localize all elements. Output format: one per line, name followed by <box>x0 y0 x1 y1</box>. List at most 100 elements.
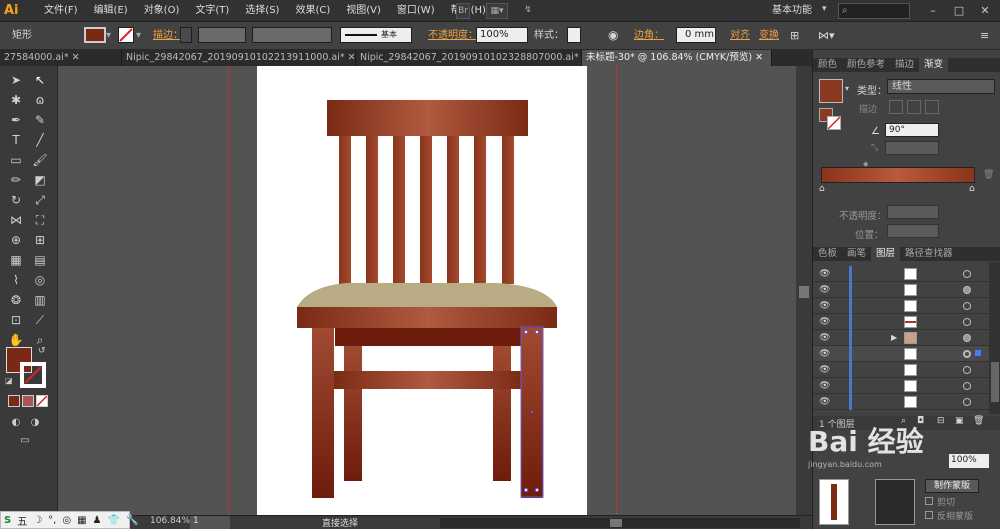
expand-triangle-icon[interactable]: ▶ <box>891 333 897 342</box>
tab-layers[interactable]: 图层 <box>871 247 901 261</box>
layer-row[interactable]: 👁 <box>813 394 1000 410</box>
stroke-within-icon[interactable] <box>889 100 903 114</box>
ime-skin-icon[interactable]: 👕 <box>105 515 123 526</box>
line-tool-icon[interactable]: ╱ <box>29 132 51 149</box>
anchor-point[interactable] <box>534 487 540 493</box>
curvature-icon[interactable]: ✎ <box>29 112 51 129</box>
angle-field[interactable]: 90° <box>885 123 939 137</box>
gradient-preset-chevron-icon[interactable]: ▾ <box>845 84 849 93</box>
chair-top-rail[interactable] <box>327 100 528 136</box>
shape-builder-icon[interactable]: ⊕ <box>5 232 27 249</box>
search-input[interactable]: ⌕ <box>838 3 910 19</box>
target-circle-icon[interactable] <box>963 334 971 342</box>
chair-back-leg[interactable] <box>493 346 511 481</box>
tab-gradient[interactable]: 渐变 <box>919 58 949 72</box>
tab-doc-3[interactable]: Nipic_29842067_20190910102328807000.ai* … <box>356 50 582 66</box>
chair-slat[interactable] <box>447 136 459 284</box>
chair-slat[interactable] <box>474 136 486 284</box>
menu-file[interactable]: 文件(F) <box>36 0 86 22</box>
layer-row-selected[interactable]: 👁 <box>813 346 1000 362</box>
fill-swatch[interactable] <box>84 27 106 43</box>
visibility-eye-icon[interactable]: 👁 <box>819 300 831 312</box>
anchor-point[interactable] <box>523 329 529 335</box>
menu-view[interactable]: 视图(V) <box>338 0 389 22</box>
workspace-switcher[interactable]: 基本功能 <box>772 2 812 20</box>
corner-radius-field[interactable]: 0 mm <box>676 27 716 43</box>
ime-logo-icon[interactable]: S <box>1 515 14 526</box>
layer-row[interactable]: 👁 <box>813 298 1000 314</box>
visibility-eye-icon[interactable]: 👁 <box>819 396 831 408</box>
opacity-field[interactable]: 100% <box>476 27 528 43</box>
chair-slat[interactable] <box>339 136 351 284</box>
recolor-icon[interactable]: ◉ <box>608 27 618 44</box>
target-circle-icon[interactable] <box>963 302 971 310</box>
anchor-point[interactable] <box>534 329 540 335</box>
menu-edit[interactable]: 编辑(E) <box>86 0 136 22</box>
slice-tool-icon[interactable]: ⟋ <box>29 312 51 329</box>
tab-swatches[interactable]: 色板 <box>813 247 842 261</box>
type-tool-icon[interactable]: T <box>5 132 27 149</box>
stroke-weight-stepper[interactable] <box>180 27 192 43</box>
visibility-eye-icon[interactable]: 👁 <box>819 332 831 344</box>
visibility-eye-icon[interactable]: 👁 <box>819 364 831 376</box>
visibility-eye-icon[interactable]: 👁 <box>819 284 831 296</box>
make-mask-button[interactable]: 制作蒙版 <box>925 479 979 493</box>
chair-slat[interactable] <box>393 136 405 284</box>
ime-punct-icon[interactable]: °, <box>45 515 59 526</box>
ime-halfwidth-icon[interactable]: ☽ <box>30 515 45 526</box>
tab-color-guide[interactable]: 颜色参考 <box>842 58 890 72</box>
visibility-eye-icon[interactable]: 👁 <box>819 316 831 328</box>
stroke-chevron-icon[interactable]: ▾ <box>136 27 141 44</box>
variable-width-profile[interactable] <box>252 27 332 43</box>
stroke-swatch[interactable] <box>118 27 134 43</box>
eyedropper-icon[interactable]: ⌇ <box>5 272 27 289</box>
mesh-tool-icon[interactable]: ▦ <box>5 252 27 269</box>
column-graph-icon[interactable]: ▥ <box>29 292 51 309</box>
layer-row[interactable]: 👁 <box>813 314 1000 330</box>
gradient-tool-icon[interactable]: ▤ <box>29 252 51 269</box>
maximize-icon[interactable]: □ <box>950 2 968 20</box>
free-transform-icon[interactable]: ⛶ <box>29 212 51 229</box>
layers-scroll-thumb[interactable] <box>991 362 999 402</box>
chair-stretcher[interactable] <box>333 371 523 389</box>
tab-brushes[interactable]: 画笔 <box>842 247 871 261</box>
target-circle-icon[interactable] <box>963 398 971 406</box>
gradient-mode-icon[interactable] <box>22 395 34 407</box>
anchor-point[interactable] <box>523 487 529 493</box>
target-circle-icon[interactable] <box>963 366 971 374</box>
color-mode-icon[interactable] <box>8 395 20 407</box>
blend-tool-icon[interactable]: ◎ <box>29 272 51 289</box>
chair-slat[interactable] <box>366 136 378 284</box>
page-number-field[interactable]: 1 <box>190 516 230 529</box>
layer-row[interactable]: 👁 <box>813 362 1000 378</box>
perspective-grid-icon[interactable]: ⊞ <box>29 232 51 249</box>
layer-row[interactable]: 👁 <box>813 378 1000 394</box>
stroke-across-icon[interactable] <box>925 100 939 114</box>
opacity-label[interactable]: 不透明度： <box>428 27 478 44</box>
zoom-readout[interactable]: 106.84% <box>150 516 190 526</box>
swap-colors-icon[interactable]: ↺ <box>38 346 46 356</box>
layer-row[interactable]: 👁 ▶ <box>813 330 1000 346</box>
screen-mode-icon[interactable]: ▭ <box>14 432 36 449</box>
panel-menu-icon[interactable]: ≡ <box>980 27 989 44</box>
target-circle-icon[interactable] <box>963 382 971 390</box>
invert-mask-checkbox[interactable] <box>925 511 933 519</box>
clip-checkbox[interactable] <box>925 497 933 505</box>
fill-chevron-icon[interactable]: ▾ <box>106 27 111 44</box>
target-circle-icon[interactable] <box>963 270 971 278</box>
tab-pathfinder[interactable]: 路径查找器 <box>900 247 958 261</box>
target-circle-icon[interactable] <box>963 318 971 326</box>
direct-selection-tool-icon[interactable]: ↖ <box>29 72 51 89</box>
symbol-sprayer-icon[interactable]: ❂ <box>5 292 27 309</box>
target-circle-icon[interactable] <box>963 286 971 294</box>
stroke-mini-swatch[interactable] <box>827 116 841 130</box>
chair-seat-cushion[interactable] <box>297 283 557 307</box>
magic-wand-icon[interactable]: ✱ <box>5 92 27 109</box>
target-circle-icon[interactable] <box>963 350 971 358</box>
paintbrush-icon[interactable]: 🖌 <box>29 152 51 169</box>
corner-label[interactable]: 边角： <box>634 27 664 44</box>
gradient-preview-swatch[interactable] <box>819 79 843 103</box>
tab-doc-1[interactable]: 27584000.ai* ✕ <box>0 50 122 66</box>
chair-apron[interactable] <box>335 328 521 346</box>
chair-front-leg[interactable] <box>312 328 334 498</box>
